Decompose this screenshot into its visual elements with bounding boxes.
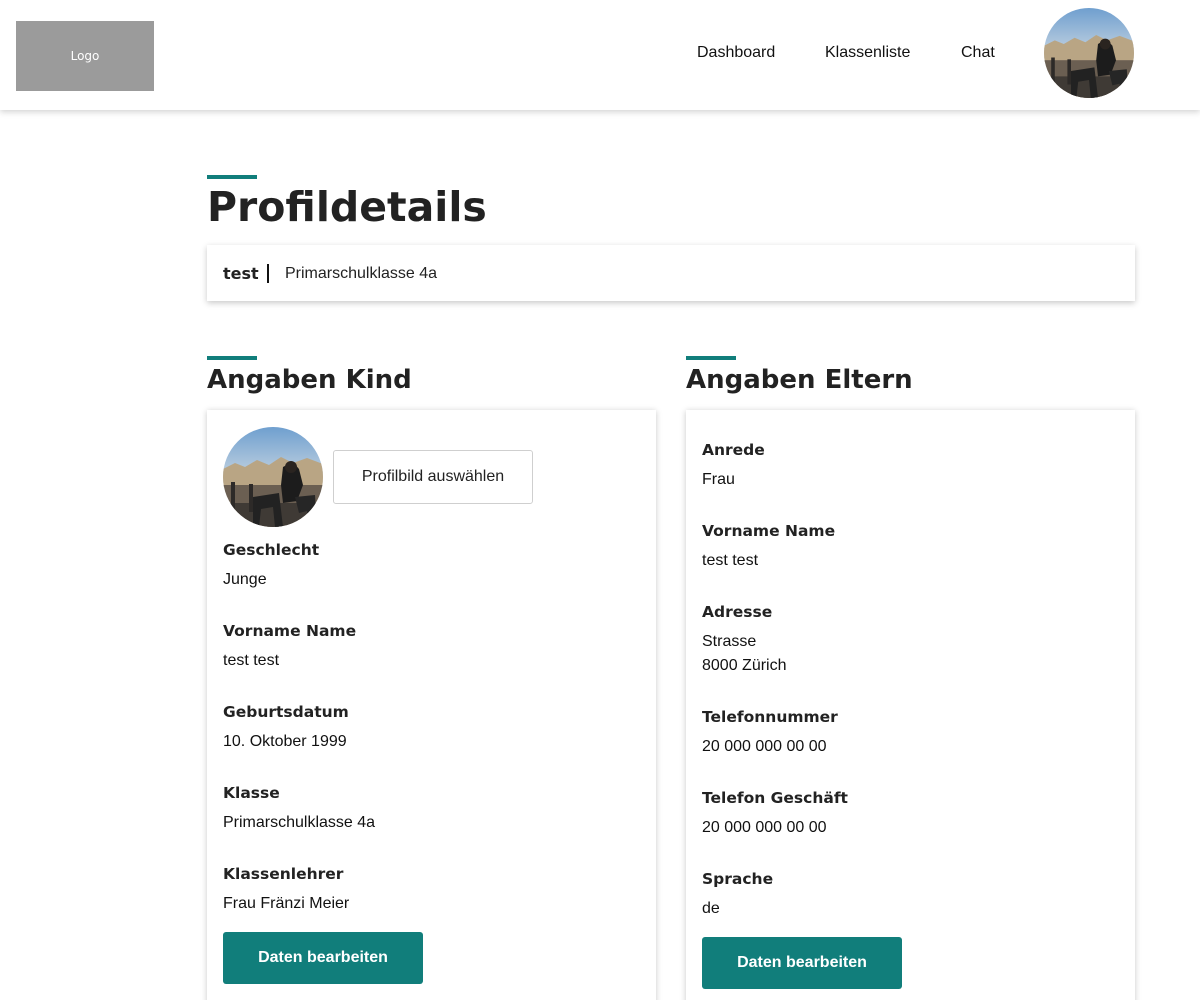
- field-value-telefonnummer: 20 000 000 00 00: [702, 738, 827, 755]
- summary-class: Primarschulklasse 4a: [285, 265, 438, 282]
- summary-divider: [267, 264, 269, 283]
- page-title: Profildetails: [207, 183, 487, 231]
- field-value-klasse: Primarschulklasse 4a: [223, 814, 376, 831]
- profile-photo-icon: [1044, 8, 1134, 98]
- field-label-sprache: Sprache: [702, 870, 774, 888]
- edit-eltern-button[interactable]: Daten bearbeiten: [702, 937, 902, 989]
- kind-accent-bar: [207, 356, 257, 360]
- summary-name: test: [223, 264, 259, 283]
- field-label-telefon-geschaeft: Telefon Geschäft: [702, 789, 848, 807]
- nav-link-dashboard[interactable]: Dashboard: [697, 44, 775, 62]
- section-title-eltern: Angaben Eltern: [686, 365, 913, 395]
- eltern-accent-bar: [686, 356, 736, 360]
- profile-photo-icon: [223, 427, 323, 527]
- nav-link-klassenliste[interactable]: Klassenliste: [825, 44, 910, 62]
- field-label-anrede: Anrede: [702, 441, 765, 459]
- profile-summary-bar: test Primarschulklasse 4a: [207, 245, 1135, 301]
- edit-kind-button[interactable]: Daten bearbeiten: [223, 932, 423, 984]
- field-value-vorname-name: test test: [223, 652, 280, 669]
- child-avatar: [223, 427, 323, 527]
- field-label-vorname-name: Vorname Name: [702, 522, 836, 540]
- field-label-klasse: Klasse: [223, 784, 280, 802]
- field-value-adresse-city: 8000 Zürich: [702, 657, 787, 674]
- field-value-telefon-geschaeft: 20 000 000 00 00: [702, 819, 827, 836]
- nav-link-chat[interactable]: Chat: [961, 44, 995, 62]
- eltern-details-card: Anrede Frau Vorname Name test test Adres…: [686, 410, 1135, 1000]
- top-navigation-bar: Logo Dashboard Klassenliste Chat: [0, 0, 1200, 110]
- field-value-geschlecht: Junge: [223, 571, 267, 588]
- field-value-sprache: de: [702, 900, 720, 917]
- kind-details-card: Profilbild auswählen Geschlecht Junge Vo…: [207, 410, 656, 1000]
- select-profile-image-button[interactable]: Profilbild auswählen: [333, 450, 533, 504]
- field-value-anrede: Frau: [702, 471, 735, 488]
- field-label-telefonnummer: Telefonnummer: [702, 708, 838, 726]
- field-value-vorname-name: test test: [702, 552, 759, 569]
- field-label-klassenlehrer: Klassenlehrer: [223, 865, 344, 883]
- field-label-geschlecht: Geschlecht: [223, 541, 320, 559]
- user-avatar[interactable]: [1044, 8, 1134, 98]
- field-label-adresse: Adresse: [702, 603, 773, 621]
- section-title-kind: Angaben Kind: [207, 365, 412, 395]
- field-label-geburtsdatum: Geburtsdatum: [223, 703, 349, 721]
- field-value-geburtsdatum: 10. Oktober 1999: [223, 733, 347, 750]
- field-label-vorname-name: Vorname Name: [223, 622, 357, 640]
- field-value-klassenlehrer: Frau Fränzi Meier: [223, 895, 350, 912]
- title-accent-bar: [207, 175, 257, 179]
- logo-placeholder[interactable]: Logo: [16, 21, 154, 91]
- field-value-adresse-street: Strasse: [702, 633, 757, 650]
